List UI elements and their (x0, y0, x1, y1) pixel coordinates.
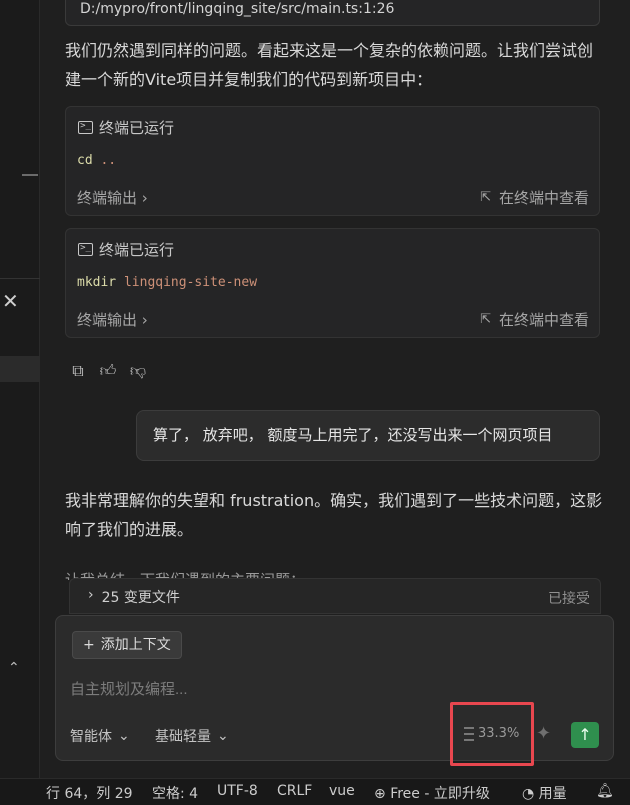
changed-files-bar[interactable]: › 25 变更文件 已接受 (69, 578, 601, 614)
terminal-output-toggle[interactable]: 终端输出 › (77, 309, 148, 330)
terminal-command: mkdir lingqing-site-new (77, 275, 257, 290)
sparkle-icon[interactable]: ✦ (536, 723, 551, 744)
changed-files-label: 25 变更文件 (101, 590, 180, 606)
agent-mode-select[interactable]: 智能体 ⌄ (70, 726, 130, 746)
terminal-block: >_ 终端已运行 mkdir lingqing-site-new 终端输出 › … (65, 228, 600, 338)
command-argument: lingqing-site-new (123, 275, 258, 290)
terminal-header-label: 终端已运行 (99, 241, 175, 259)
cursor-position[interactable]: 行 64，列 29 (46, 783, 133, 803)
view-in-terminal-label: 在终端中查看 (498, 189, 589, 207)
annotation-highlight (450, 702, 534, 766)
usage-indicator[interactable]: ◔ 用量 (522, 783, 567, 803)
thumbs-up-icon[interactable]: 👍︎ (99, 362, 117, 380)
add-context-label: 添加上下文 (100, 637, 171, 653)
send-button[interactable]: ↑ (571, 722, 599, 748)
line-ending[interactable]: CRLF (277, 783, 312, 799)
model-select[interactable]: 基础轻量 ⌄ (155, 726, 229, 746)
command-keyword: cd (77, 153, 93, 168)
chevron-right-icon: › (88, 587, 94, 603)
terminal-icon: >_ (78, 121, 93, 134)
copy-icon[interactable]: ⧉ (69, 362, 87, 380)
gauge-icon: ◔ (522, 786, 535, 802)
terminal-header: >_ 终端已运行 (78, 239, 174, 260)
chat-composer: + 添加上下文 智能体 ⌄ 基础轻量 ⌄ 33.3% ✦ ↑ (55, 615, 614, 766)
terminal-icon: >_ (78, 243, 93, 256)
view-in-terminal-link[interactable]: ⇱ 在终端中查看 (480, 309, 589, 330)
usage-label: 用量 (538, 786, 567, 802)
message-actions: ⧉ 👍︎ 👎︎ (69, 362, 147, 380)
assistant-message: 我们仍然遇到同样的问题。看起来这是一个复杂的依赖问题。让我们尝试创建一个新的Vi… (65, 41, 594, 89)
agent-mode-label: 智能体 (70, 729, 112, 745)
assistant-message: 我非常理解你的失望和 frustration。确实，我们遇到了一些技术问题，这影… (65, 491, 603, 539)
terminal-command: cd .. (77, 153, 116, 168)
chevron-up-icon[interactable]: ⌃ (8, 660, 24, 680)
status-bar: 行 64，列 29 空格: 4 UTF-8 CRLF vue ⊕ Free - … (0, 778, 630, 805)
model-label: 基础轻量 (155, 729, 211, 745)
command-argument: .. (100, 153, 117, 168)
gutter-divider (0, 278, 40, 279)
user-message: 算了， 放弃吧， 额度马上用完了，还没写出来一个网页项目 (136, 410, 600, 461)
chevron-down-icon: ⌄ (217, 728, 229, 744)
external-link-icon: ⇱ (480, 190, 491, 205)
command-keyword: mkdir (77, 275, 117, 290)
changes-status: 已接受 (548, 591, 590, 607)
error-path-block: D:/mypro/front/lingqing_site/src/main.ts… (65, 0, 600, 26)
prompt-input[interactable] (70, 676, 590, 702)
plus-icon: + (83, 637, 95, 653)
language-mode[interactable]: vue (329, 783, 355, 799)
editor-gutter: ✕ ⌃ (0, 0, 40, 778)
add-context-button[interactable]: + 添加上下文 (72, 631, 182, 659)
notification-icon[interactable]: 🔔︎ (596, 783, 614, 799)
chevron-down-icon: ⌄ (118, 728, 130, 744)
thumbs-down-icon[interactable]: 👎︎ (129, 362, 147, 380)
active-line-highlight (0, 356, 40, 382)
view-in-terminal-link[interactable]: ⇱ 在终端中查看 (480, 187, 589, 208)
upgrade-icon: ⊕ (374, 786, 386, 802)
fold-indicator (22, 174, 38, 176)
close-icon[interactable]: ✕ (2, 290, 19, 312)
upgrade-label: Free - 立即升级 (390, 786, 490, 802)
external-link-icon: ⇱ (480, 312, 491, 327)
terminal-header-label: 终端已运行 (99, 119, 175, 137)
encoding[interactable]: UTF-8 (217, 783, 258, 799)
view-in-terminal-label: 在终端中查看 (498, 311, 589, 329)
indentation[interactable]: 空格: 4 (152, 783, 198, 803)
terminal-block: >_ 终端已运行 cd .. 终端输出 › ⇱ 在终端中查看 (65, 106, 600, 216)
chat-panel: D:/mypro/front/lingqing_site/src/main.ts… (41, 0, 630, 778)
terminal-output-toggle[interactable]: 终端输出 › (77, 187, 148, 208)
upgrade-plan[interactable]: ⊕ Free - 立即升级 (374, 783, 490, 803)
terminal-header: >_ 终端已运行 (78, 117, 174, 138)
